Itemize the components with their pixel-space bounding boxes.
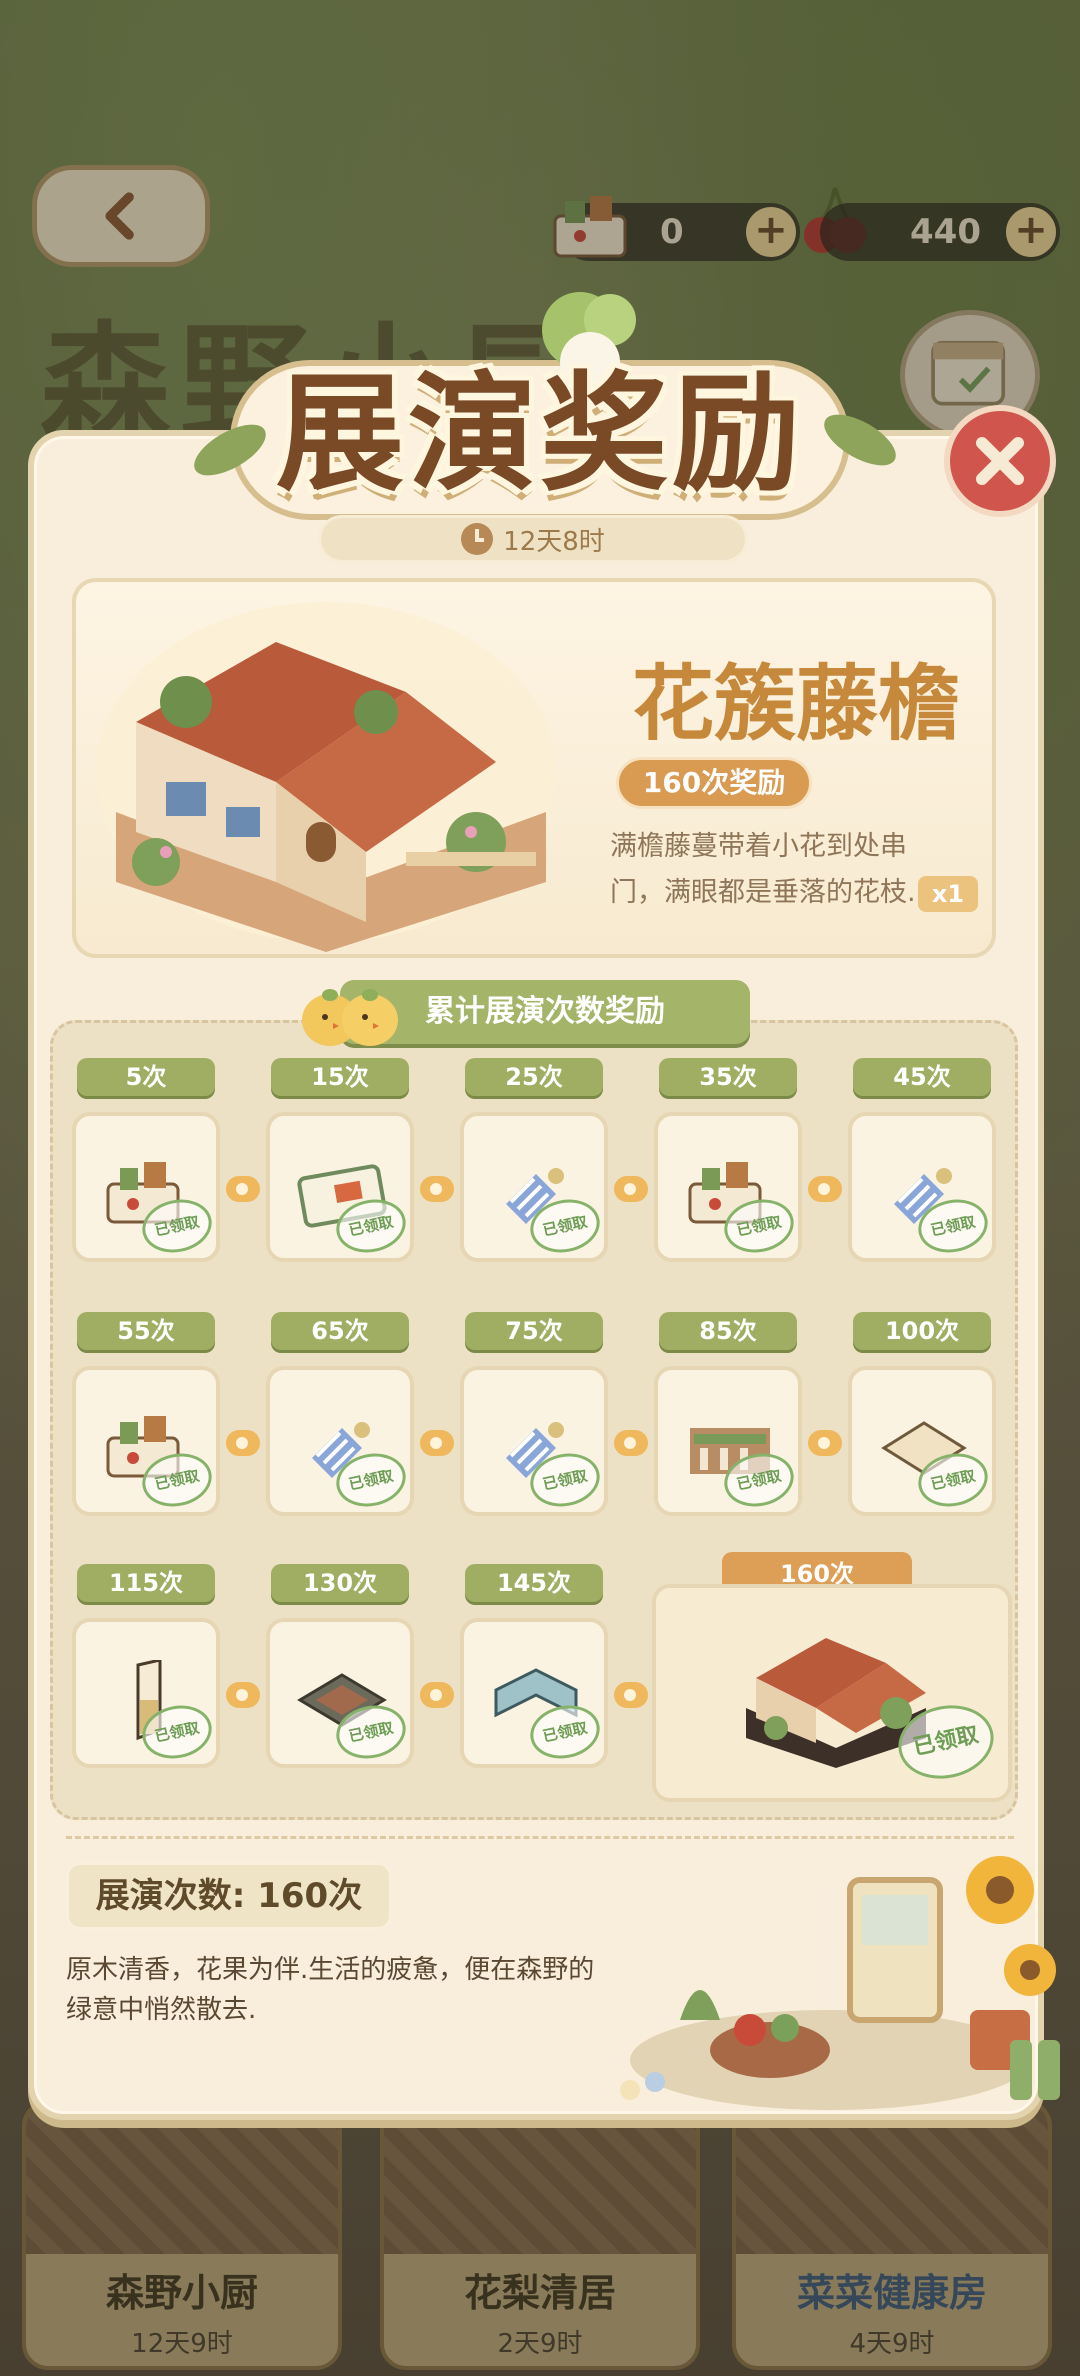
tier-label: 55次 bbox=[77, 1312, 215, 1350]
tier-label: 115次 bbox=[77, 1564, 215, 1602]
tier-label: 25次 bbox=[465, 1058, 603, 1096]
dialog-title-group: 展演奖励 bbox=[140, 290, 940, 530]
clock-icon bbox=[461, 523, 494, 555]
tier-label: 45次 bbox=[853, 1058, 991, 1096]
reward-tile[interactable]: 已领取 bbox=[654, 1112, 802, 1262]
reward-tile[interactable]: 已领取 bbox=[266, 1366, 414, 1516]
tier-label: 35次 bbox=[659, 1058, 797, 1096]
arrow-right-icon bbox=[808, 1176, 842, 1202]
tier-label: 75次 bbox=[465, 1312, 603, 1350]
arrow-right-icon bbox=[420, 1176, 454, 1202]
reward-tile[interactable]: 已领取 bbox=[460, 1618, 608, 1768]
reward-tile[interactable]: 已领取 bbox=[848, 1112, 996, 1262]
tier-label: 15次 bbox=[271, 1058, 409, 1096]
tier-label: 65次 bbox=[271, 1312, 409, 1350]
reward-tile[interactable]: 已领取 bbox=[848, 1366, 996, 1516]
arrow-right-icon bbox=[614, 1682, 648, 1708]
reward-tile[interactable]: 已领取 bbox=[654, 1366, 802, 1516]
reward-tile[interactable]: 已领取 bbox=[460, 1366, 608, 1516]
flavor-text: 原木清香，花果为伴.生活的疲惫，便在森野的绿意中悄然散去. bbox=[66, 1955, 595, 2025]
tier-label: 85次 bbox=[659, 1312, 797, 1350]
reward-tile[interactable]: 已领取 bbox=[72, 1112, 220, 1262]
featured-reward: 花簇藤檐 160次奖励 满檐藤蔓带着小花到处串门，满眼都是垂落的花枝. x1 bbox=[72, 578, 996, 958]
tier-label: 145次 bbox=[465, 1564, 603, 1602]
arrow-right-icon bbox=[226, 1176, 260, 1202]
featured-reward-quantity: x1 bbox=[918, 876, 978, 912]
timer-text: 12天8时 bbox=[503, 526, 605, 557]
reward-tile[interactable]: 已领取 bbox=[460, 1112, 608, 1262]
reward-tile[interactable]: 已领取 bbox=[266, 1112, 414, 1262]
tier-label: 100次 bbox=[853, 1312, 991, 1350]
close-icon bbox=[976, 437, 1024, 485]
tier-label: 130次 bbox=[271, 1564, 409, 1602]
arrow-right-icon bbox=[226, 1682, 260, 1708]
arrow-right-icon bbox=[226, 1430, 260, 1456]
reward-tile[interactable]: 已领取 bbox=[72, 1366, 220, 1516]
arrow-right-icon bbox=[614, 1176, 648, 1202]
arrow-right-icon bbox=[420, 1682, 454, 1708]
close-button[interactable] bbox=[944, 405, 1056, 517]
event-timer: 12天8时 bbox=[318, 515, 748, 563]
arrow-right-icon bbox=[808, 1430, 842, 1456]
chick-mascot-icon bbox=[302, 989, 398, 1046]
arrow-right-icon bbox=[614, 1430, 648, 1456]
flower-cottage-image bbox=[96, 602, 556, 952]
featured-reward-description: 满檐藤蔓带着小花到处串门，满眼都是垂落的花枝. bbox=[610, 831, 916, 908]
featured-reward-name: 花簇藤檐 bbox=[631, 657, 960, 752]
reward-tile[interactable]: 已领取 bbox=[652, 1584, 1012, 1802]
reward-tile[interactable]: 已领取 bbox=[72, 1618, 220, 1768]
dialog-title: 展演奖励 bbox=[275, 360, 804, 509]
performance-count: 展演次数: 160次 bbox=[66, 1862, 392, 1930]
arrow-right-icon bbox=[420, 1430, 454, 1456]
reward-tile[interactable]: 已领取 bbox=[266, 1618, 414, 1768]
tier-label: 5次 bbox=[77, 1058, 215, 1096]
featured-reward-badge: 160次奖励 bbox=[616, 757, 812, 809]
garden-decoration-image bbox=[620, 1856, 1060, 2110]
